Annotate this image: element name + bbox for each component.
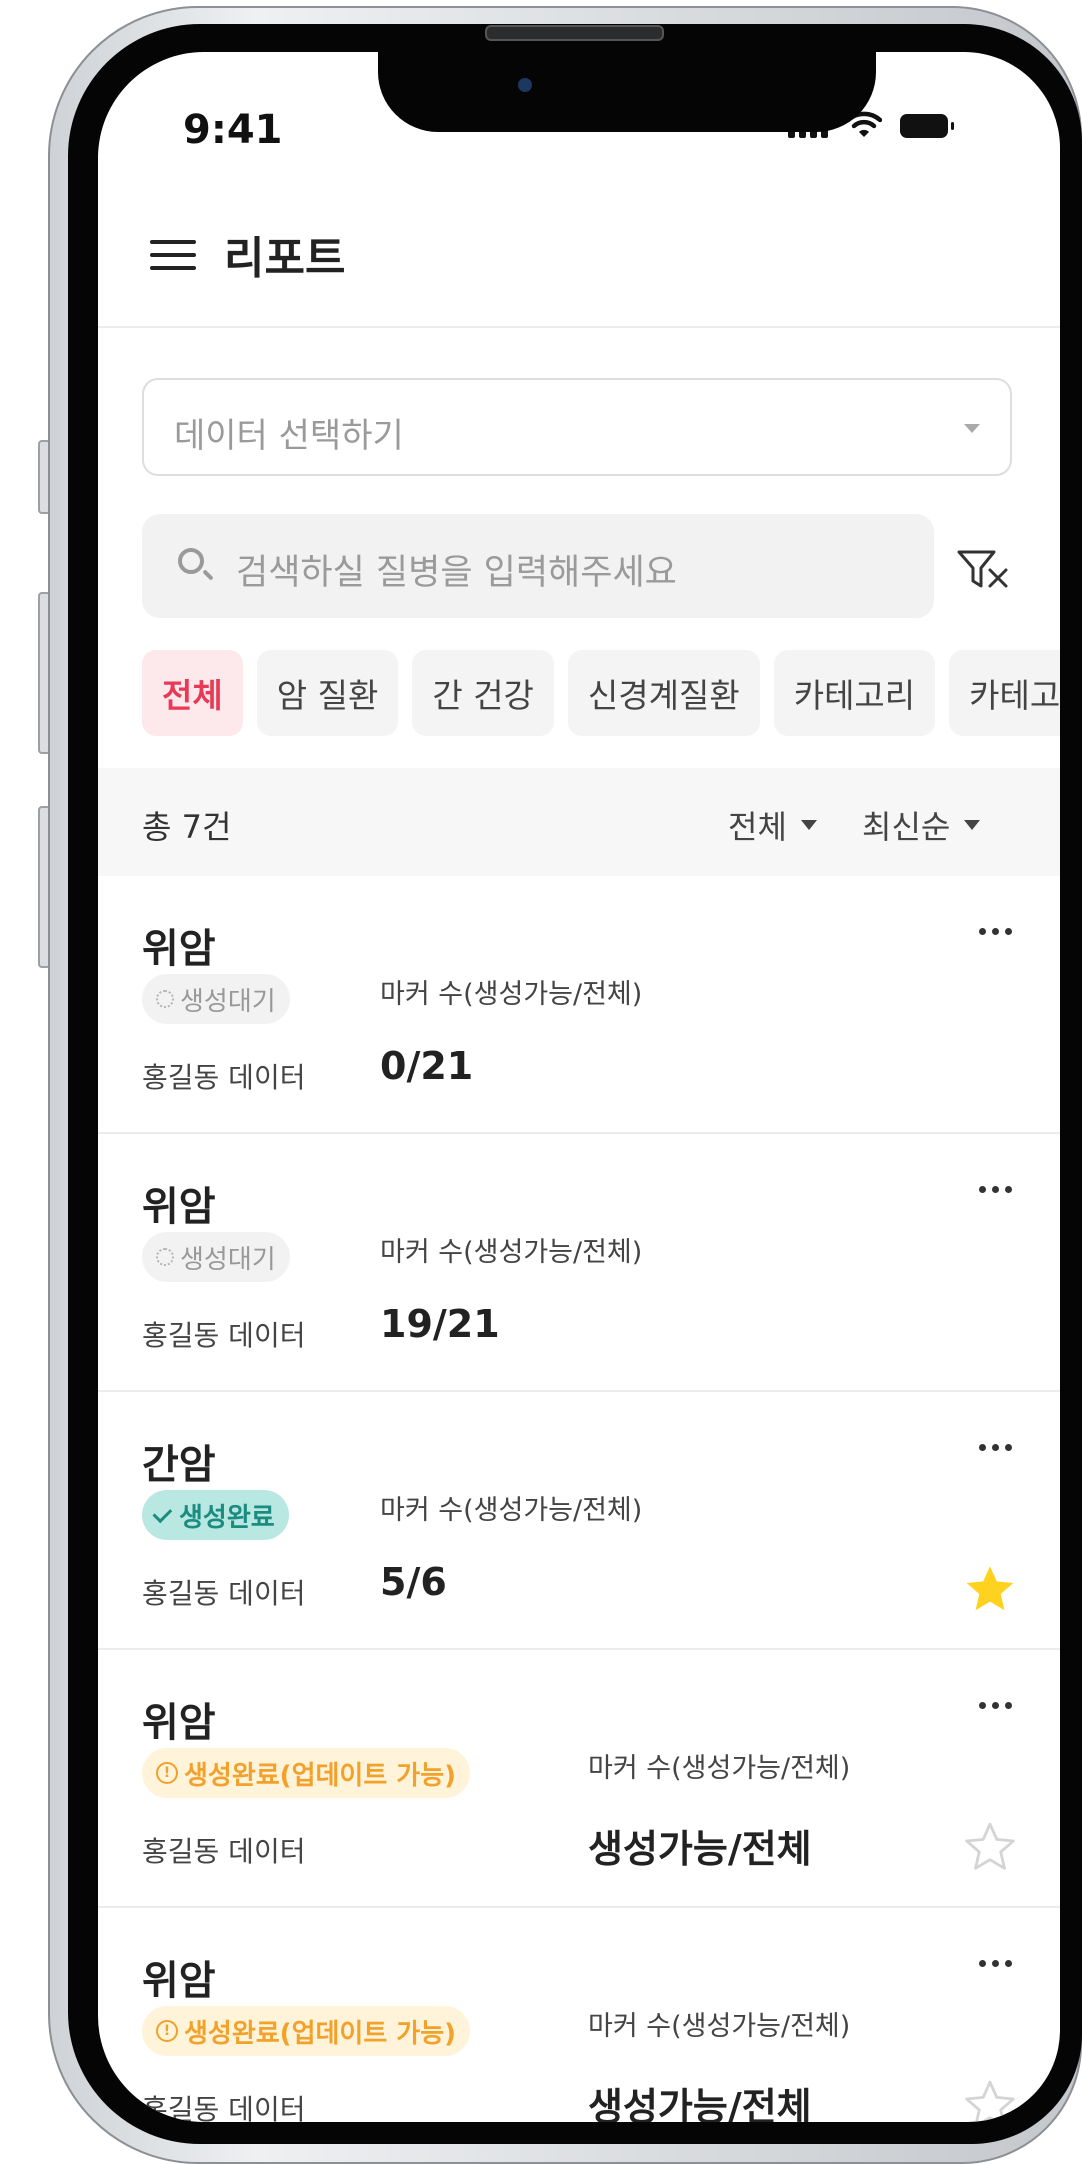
report-card[interactable]: 간암 생성완료 홍길동 데이터 마커 수(생성가능/전체) 5/6: [98, 1392, 1060, 1650]
chip-category[interactable]: 카테고리: [773, 650, 936, 736]
marker-label: 마커 수(생성가능/전체): [588, 1753, 851, 1784]
status-badge: ! 생성완료(업데이트 가능): [142, 2006, 471, 2056]
search-icon: [178, 548, 204, 574]
data-select-dropdown[interactable]: 데이터 선택하기: [142, 378, 1012, 476]
loading-icon: [156, 1248, 174, 1266]
marker-label: 마커 수(생성가능/전체): [588, 2011, 851, 2042]
app-header: 리포트: [98, 222, 1060, 284]
star-outline-icon[interactable]: [962, 1820, 1018, 1876]
marker-value: 5/6: [380, 1560, 447, 1604]
report-source: 홍길동 데이터: [142, 2093, 306, 2122]
status-text: 생성완료(업데이트 가능): [184, 1760, 457, 1791]
marker-value: 0/21: [380, 1044, 474, 1088]
header-divider: [98, 326, 1060, 328]
status-badge: 생성대기: [142, 1232, 290, 1282]
chip-neuro[interactable]: 신경계질환: [567, 650, 760, 736]
chip-all[interactable]: 전체: [142, 650, 243, 736]
category-chips: 전체 암 질환 간 건강 신경계질환 카테고리 카테고리: [142, 650, 1060, 736]
report-title: 위암: [142, 1184, 216, 1230]
sort-dropdown[interactable]: 최신순: [862, 802, 981, 848]
star-outline-icon[interactable]: [962, 2078, 1018, 2122]
marker-value: 생성가능/전체: [588, 2085, 812, 2122]
status-badge: 생성대기: [142, 974, 290, 1024]
speaker-slot: [485, 25, 664, 41]
chip-liver[interactable]: 간 건강: [412, 650, 554, 736]
report-title: 위암: [142, 1958, 216, 2004]
filter-label: 전체: [728, 808, 787, 846]
info-icon: !: [156, 2020, 178, 2042]
report-card[interactable]: 위암 ! 생성완료(업데이트 가능) 홍길동 데이터 마커 수(생성가능/전체)…: [98, 1908, 1060, 2122]
report-card[interactable]: 위암 생성대기 홍길동 데이터 마커 수(생성가능/전체) 19/21: [98, 1134, 1060, 1392]
report-title: 간암: [142, 1442, 216, 1488]
data-select-placeholder: 데이터 선택하기: [174, 416, 404, 456]
marker-value: 19/21: [380, 1302, 500, 1346]
more-icon[interactable]: [979, 1186, 1012, 1193]
battery-icon: [900, 114, 954, 138]
notch: [378, 52, 876, 132]
marker-label: 마커 수(생성가능/전체): [380, 1237, 643, 1268]
status-badge: 생성완료: [142, 1490, 289, 1540]
chip-category[interactable]: 카테고리: [949, 650, 1060, 736]
front-camera: [518, 78, 532, 92]
status-text: 생성완료: [179, 1502, 275, 1533]
report-source: 홍길동 데이터: [142, 1577, 306, 1610]
check-icon: [152, 1502, 173, 1523]
chevron-down-icon: [964, 424, 980, 433]
search-input[interactable]: 검색하실 질병을 입력해주세요: [142, 514, 934, 618]
menu-icon[interactable]: [150, 240, 196, 270]
more-icon[interactable]: [979, 1444, 1012, 1451]
more-icon[interactable]: [979, 928, 1012, 935]
result-count: 총 7건: [142, 808, 232, 846]
sort-label: 최신순: [862, 808, 951, 846]
star-filled-icon[interactable]: [962, 1562, 1018, 1618]
caret-down-icon: [964, 820, 981, 830]
more-icon[interactable]: [979, 1702, 1012, 1709]
info-icon: !: [156, 1762, 178, 1784]
list-summary-bar: 총 7건 전체 최신순: [98, 768, 1060, 876]
report-title: 위암: [142, 926, 216, 972]
status-text: 생성대기: [180, 1244, 276, 1275]
report-title: 위암: [142, 1700, 216, 1746]
status-text: 생성대기: [180, 986, 276, 1017]
report-card[interactable]: 위암 ! 생성완료(업데이트 가능) 홍길동 데이터 마커 수(생성가능/전체)…: [98, 1650, 1060, 1908]
status-badge: ! 생성완료(업데이트 가능): [142, 1748, 471, 1798]
caret-down-icon: [800, 820, 817, 830]
report-card[interactable]: 위암 생성대기 홍길동 데이터 마커 수(생성가능/전체) 0/21: [98, 876, 1060, 1134]
filter-dropdown[interactable]: 전체: [728, 802, 817, 848]
status-time: 9:41: [183, 107, 283, 153]
page-title: 리포트: [224, 233, 346, 284]
marker-label: 마커 수(생성가능/전체): [380, 979, 643, 1010]
report-source: 홍길동 데이터: [142, 1319, 306, 1352]
marker-label: 마커 수(생성가능/전체): [380, 1495, 643, 1526]
search-placeholder: 검색하실 질병을 입력해주세요: [236, 553, 677, 593]
phone-screen: 9:41 리포트 데이터 선택하기 검색하실 질병을 입력해주세요 전체 암 질…: [98, 52, 1060, 2122]
marker-value: 생성가능/전체: [588, 1827, 812, 1871]
filter-clear-icon[interactable]: [956, 548, 1010, 592]
report-source: 홍길동 데이터: [142, 1835, 306, 1868]
loading-icon: [156, 990, 174, 1008]
chip-cancer[interactable]: 암 질환: [256, 650, 399, 736]
more-icon[interactable]: [979, 1960, 1012, 1967]
report-source: 홍길동 데이터: [142, 1061, 306, 1094]
status-text: 생성완료(업데이트 가능): [184, 2018, 457, 2049]
